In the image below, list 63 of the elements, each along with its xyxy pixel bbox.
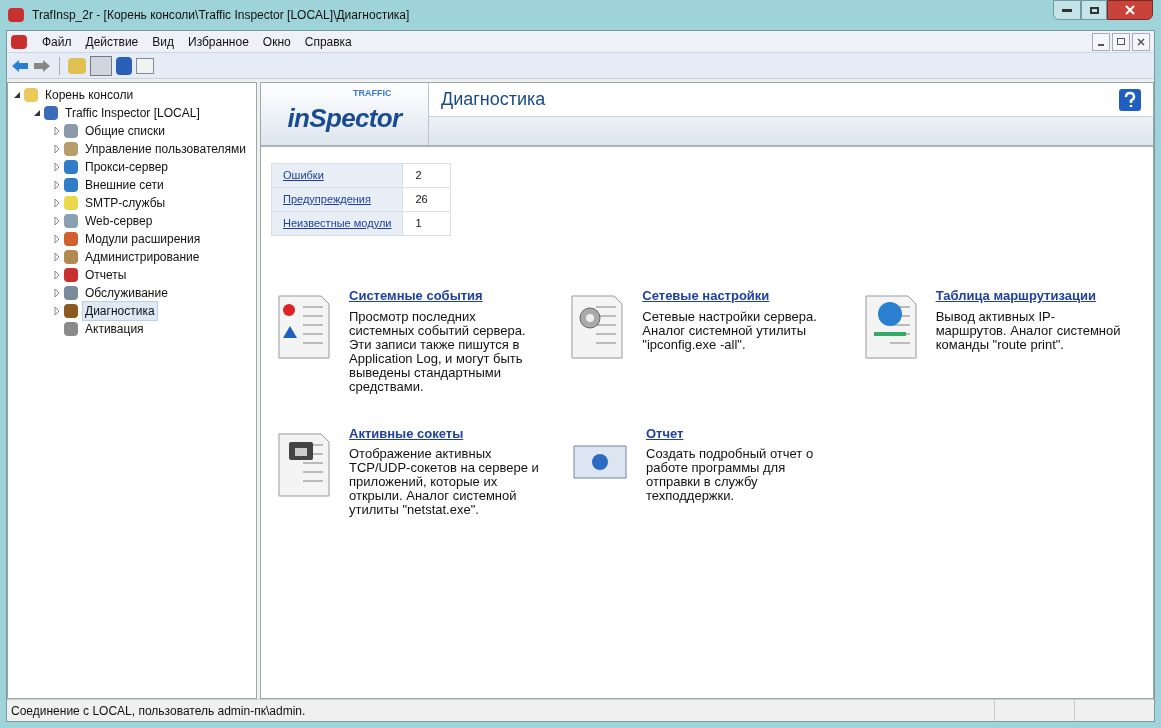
- menu-item[interactable]: Окно: [255, 32, 298, 51]
- node-icon: [64, 160, 78, 174]
- task-description: Просмотр последних системных событий сервера. Эти записи также пишутся в Application Log, и могут быть выведены стандартными средствами.: [349, 309, 527, 394]
- page-title: Диагностика: [441, 88, 546, 111]
- stat-value: 1: [402, 211, 451, 236]
- folder-icon: [24, 88, 38, 102]
- logo-text: inSpector: [287, 101, 402, 135]
- child-minimize-button[interactable]: [1092, 32, 1110, 51]
- tree-item[interactable]: Диагностика: [82, 301, 158, 321]
- task-description: Отображение активных TCP/UDP-сокетов на сервере и приложений, которые их открыли. Аналог системной утилиты "netstat.exe".: [349, 447, 539, 517]
- menu-item[interactable]: Вид: [145, 32, 181, 51]
- tree-item[interactable]: Внешние сети: [82, 175, 167, 195]
- task-link[interactable]: Сетевые настройки: [642, 286, 833, 306]
- stat-value: 2: [402, 163, 451, 188]
- minimize-button[interactable]: [1053, 0, 1081, 20]
- node-icon: [64, 196, 78, 210]
- task-description: Вывод активных IP-маршрутов. Аналог системной команды "route print".: [935, 309, 1122, 352]
- node-icon: [64, 286, 78, 300]
- forward-arrow-icon[interactable]: [33, 58, 51, 73]
- tree-item[interactable]: Управление пользователями: [82, 139, 249, 159]
- node-icon: [64, 214, 78, 228]
- stat-value: 26: [402, 187, 451, 212]
- task-link[interactable]: Системные события: [349, 286, 539, 306]
- tree-item[interactable]: Активация: [82, 319, 147, 339]
- tree-item[interactable]: Отчеты: [82, 265, 130, 285]
- close-button[interactable]: [1107, 0, 1153, 20]
- tree-item[interactable]: Модули расширения: [82, 229, 204, 249]
- menu-item[interactable]: Справка: [297, 32, 359, 51]
- node-icon: [64, 232, 78, 246]
- node-icon: [64, 178, 78, 192]
- close-icon: [1125, 5, 1135, 15]
- tree-item[interactable]: Обслуживание: [82, 283, 171, 303]
- child-restore-button[interactable]: [1112, 32, 1130, 51]
- task-description: Сетевые настройки сервера. Аналог системной утилиты "ipconfig.exe -all".: [642, 309, 818, 352]
- logo-text: TRAFFIC: [353, 87, 392, 100]
- tree-item[interactable]: Корень консоли: [42, 85, 137, 105]
- tree-item[interactable]: Web-сервер: [82, 211, 156, 231]
- back-arrow-icon[interactable]: [11, 58, 29, 73]
- node-icon: [44, 106, 58, 120]
- status-text: Соединение с LOCAL, пользователь admin-пк\admin.: [10, 702, 307, 720]
- tree-item[interactable]: Прокси-сервер: [82, 157, 171, 177]
- stat-link[interactable]: Ошибки: [283, 169, 324, 182]
- node-icon: [64, 304, 78, 318]
- close-icon: [1137, 37, 1145, 46]
- tree-item[interactable]: SMTP-службы: [82, 193, 169, 213]
- task-link[interactable]: Отчет: [646, 423, 836, 443]
- task-link[interactable]: Активные сокеты: [349, 423, 539, 443]
- tree-item[interactable]: Общие списки: [82, 121, 168, 141]
- menu-item[interactable]: Избранное: [181, 32, 256, 51]
- tree-item[interactable]: Администрирование: [82, 247, 203, 267]
- node-icon: [64, 124, 78, 138]
- menu-item[interactable]: Файл: [35, 32, 79, 51]
- menu-item[interactable]: Действие: [78, 32, 146, 51]
- tree-item[interactable]: Traffic Inspector [LOCAL]: [62, 103, 203, 123]
- child-close-button[interactable]: [1132, 32, 1150, 51]
- task-description: Создать подробный отчет о работе программы для отправки в службу техподдержки.: [646, 447, 815, 503]
- task-link[interactable]: Таблица маршрутизации: [935, 286, 1126, 306]
- node-icon: [64, 322, 78, 336]
- node-icon: [64, 268, 78, 282]
- maximize-button[interactable]: [1081, 0, 1107, 20]
- window-title: TrafInsp_2r - [Корень консоли\Traffic Inspector [LOCAL]\Диагностика]: [32, 7, 410, 24]
- node-icon: [64, 250, 78, 264]
- node-icon: [64, 142, 78, 156]
